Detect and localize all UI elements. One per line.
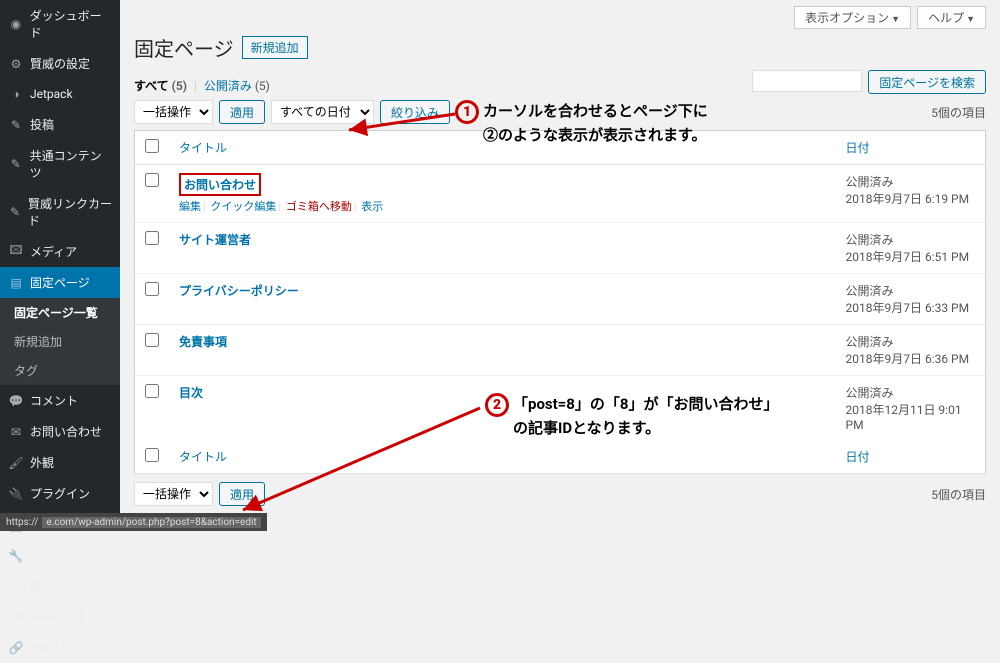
row-checkbox[interactable] bbox=[145, 231, 159, 245]
row-checkbox[interactable] bbox=[145, 333, 159, 347]
item-count-bot: 5個の項目 bbox=[931, 486, 986, 503]
status-filters: すべて (5) | 公開済み (5) bbox=[134, 77, 270, 94]
menu-dashboard[interactable]: ◉ダッシュボード bbox=[0, 0, 120, 48]
menu-external-link[interactable]: 🔗外部リンク bbox=[0, 632, 120, 663]
screen-options-button[interactable]: 表示オプション▼ bbox=[794, 6, 911, 29]
menu-link-card[interactable]: ✎賢威リンクカード bbox=[0, 188, 120, 236]
settings-icon: ⚙ bbox=[8, 579, 24, 595]
gear-icon: ⚙ bbox=[8, 56, 24, 72]
bulk-action-select-bot[interactable]: 一括操作 bbox=[134, 482, 213, 506]
media-icon: 🖾 bbox=[8, 244, 24, 260]
main-content: 表示オプション▼ ヘルプ▼ 固定ページ 新規追加 すべて (5) | 公開済み … bbox=[120, 0, 1000, 531]
edit-link[interactable]: 編集 bbox=[179, 200, 201, 213]
row-checkbox[interactable] bbox=[145, 384, 159, 398]
page-title-link[interactable]: サイト運営者 bbox=[179, 233, 251, 247]
table-row: 免責事項 公開済み 2018年9月7日 6:36 PM bbox=[135, 325, 986, 376]
menu-appearance[interactable]: 🖌外観 bbox=[0, 447, 120, 478]
menu-jetpack[interactable]: ◑Jetpack bbox=[0, 79, 120, 109]
trash-link[interactable]: ゴミ箱へ移動 bbox=[286, 200, 352, 213]
row-status: 公開済み bbox=[846, 335, 894, 349]
row-checkbox[interactable] bbox=[145, 173, 159, 187]
menu-group-1: ◉ダッシュボード ⚙賢威の設定 ◑Jetpack ✎投稿 ✎共通コンテンツ ✎賢… bbox=[0, 0, 120, 298]
search-button[interactable]: 固定ページを検索 bbox=[868, 70, 986, 94]
row-actions: 編集| クイック編集| ゴミ箱へ移動| 表示 bbox=[179, 198, 826, 214]
row-date: 2018年9月7日 6:19 PM bbox=[846, 192, 970, 206]
select-all-checkbox-foot[interactable] bbox=[145, 448, 159, 462]
row-date: 2018年9月7日 6:33 PM bbox=[846, 301, 970, 315]
browser-statusbar: https://e.com/wp-admin/post.php?post=8&a… bbox=[0, 513, 267, 531]
table-row: プライバシーポリシー 公開済み 2018年9月7日 6:33 PM bbox=[135, 274, 986, 325]
view-link[interactable]: 表示 bbox=[361, 200, 383, 213]
submenu-all-pages[interactable]: 固定ページ一覧 bbox=[0, 298, 120, 327]
menu-pages[interactable]: ▤固定ページ bbox=[0, 267, 120, 298]
page-title-link[interactable]: 目次 bbox=[179, 386, 203, 400]
select-all-checkbox[interactable] bbox=[145, 139, 159, 153]
menu-plugins[interactable]: 🔌プラグイン bbox=[0, 478, 120, 509]
row-status: 公開済み bbox=[846, 233, 894, 247]
mail-icon: ✉ bbox=[8, 424, 24, 440]
item-count: 5個の項目 bbox=[931, 104, 986, 121]
page-title-link[interactable]: お問い合わせ bbox=[184, 178, 256, 192]
row-date: 2018年12月11日 9:01 PM bbox=[846, 403, 962, 432]
row-status: 公開済み bbox=[846, 386, 894, 400]
pin-icon: ✎ bbox=[8, 204, 22, 220]
jetpack-icon: ◑ bbox=[8, 86, 24, 102]
menu-settings[interactable]: ⚙設定 bbox=[0, 571, 120, 602]
menu-siteguard[interactable]: 🛡SiteGuard bbox=[0, 602, 120, 632]
menu-comments[interactable]: 💬コメント bbox=[0, 385, 120, 416]
quick-edit-link[interactable]: クイック編集 bbox=[210, 200, 276, 213]
filter-button[interactable]: 絞り込み bbox=[380, 100, 450, 124]
menu-common-content[interactable]: ✎共通コンテンツ bbox=[0, 140, 120, 188]
menu-posts[interactable]: ✎投稿 bbox=[0, 109, 120, 140]
chevron-down-icon: ▼ bbox=[966, 14, 975, 24]
col-date[interactable]: 日付 bbox=[836, 131, 986, 165]
link-icon: 🔗 bbox=[8, 640, 24, 656]
date-filter-select[interactable]: すべての日付 bbox=[271, 100, 374, 124]
tool-icon: 🔧 bbox=[8, 548, 24, 564]
dashboard-icon: ◉ bbox=[8, 16, 24, 32]
menu-media[interactable]: 🖾メディア bbox=[0, 236, 120, 267]
row-status: 公開済み bbox=[846, 175, 894, 189]
comment-icon: 💬 bbox=[8, 393, 24, 409]
status-url: e.com/wp-admin/post.php?post=8&action=ed… bbox=[42, 517, 260, 528]
col-title-foot[interactable]: タイトル bbox=[169, 440, 836, 474]
page-title-link[interactable]: プライバシーポリシー bbox=[179, 284, 299, 298]
filter-all[interactable]: すべて (5) bbox=[134, 79, 187, 93]
chevron-down-icon: ▼ bbox=[891, 14, 900, 24]
row-checkbox[interactable] bbox=[145, 282, 159, 296]
plug-icon: 🔌 bbox=[8, 486, 24, 502]
annotation-2: 2「post=8」の「8」が「お問い合わせ」 の記事IDとなります。 bbox=[485, 393, 779, 440]
admin-sidebar: ◉ダッシュボード ⚙賢威の設定 ◑Jetpack ✎投稿 ✎共通コンテンツ ✎賢… bbox=[0, 0, 120, 531]
apply-button[interactable]: 適用 bbox=[219, 100, 265, 124]
menu-contact[interactable]: ✉お問い合わせ bbox=[0, 416, 120, 447]
annotation-1: 1カーソルを合わせるとページ下に ②のような表示が表示されます。 bbox=[455, 100, 708, 147]
circle-1-icon: 1 bbox=[455, 100, 479, 124]
brush-icon: 🖌 bbox=[8, 455, 24, 471]
col-date-foot[interactable]: 日付 bbox=[836, 440, 986, 474]
filter-published[interactable]: 公開済み (5) bbox=[204, 79, 270, 93]
help-button[interactable]: ヘルプ▼ bbox=[917, 6, 986, 29]
circle-2-icon: 2 bbox=[485, 393, 509, 417]
menu-tools[interactable]: 🔧ツール bbox=[0, 540, 120, 571]
bulk-action-select[interactable]: 一括操作 bbox=[134, 100, 213, 124]
row-date: 2018年9月7日 6:51 PM bbox=[846, 250, 970, 264]
page-title: 固定ページ bbox=[134, 33, 234, 62]
search-input[interactable] bbox=[752, 70, 862, 92]
row-status: 公開済み bbox=[846, 284, 894, 298]
add-new-button[interactable]: 新規追加 bbox=[242, 36, 308, 59]
submenu-add-new[interactable]: 新規追加 bbox=[0, 327, 120, 356]
pin-icon: ✎ bbox=[8, 117, 24, 133]
shield-icon: 🛡 bbox=[8, 609, 24, 625]
submenu-tags[interactable]: タグ bbox=[0, 356, 120, 385]
table-row: サイト運営者 公開済み 2018年9月7日 6:51 PM bbox=[135, 223, 986, 274]
page-title-link[interactable]: 免責事項 bbox=[179, 335, 227, 349]
menu-keni-settings[interactable]: ⚙賢威の設定 bbox=[0, 48, 120, 79]
table-row: お問い合わせ 編集| クイック編集| ゴミ箱へ移動| 表示 公開済み 2018年9… bbox=[135, 165, 986, 223]
page-icon: ▤ bbox=[8, 275, 24, 291]
apply-button-bot[interactable]: 適用 bbox=[219, 482, 265, 506]
row-date: 2018年9月7日 6:36 PM bbox=[846, 352, 970, 366]
pages-submenu: 固定ページ一覧 新規追加 タグ bbox=[0, 298, 120, 385]
pin-icon: ✎ bbox=[8, 156, 24, 172]
